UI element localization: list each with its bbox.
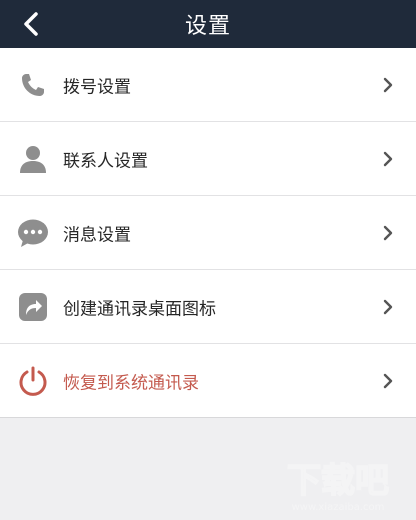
chevron-right-icon: [383, 299, 393, 314]
menu-item-contact-settings[interactable]: 联系人设置: [0, 122, 416, 196]
title-bar: 设置: [0, 0, 416, 48]
chevron-right-icon: [383, 373, 393, 388]
menu-item-restore-system-contacts[interactable]: 恢复到系统通讯录: [0, 344, 416, 418]
share-icon: [17, 291, 49, 323]
back-arrow-icon: [24, 12, 38, 36]
settings-list: 拨号设置 联系人设置 消息设置 创建通讯录桌面图标 恢复到系统通讯录: [0, 48, 416, 418]
chevron-right-icon: [383, 225, 393, 240]
watermark-url: www.xiazaiba.com: [292, 502, 385, 513]
watermark-logo: 下载吧 www.xiazaiba.com: [286, 460, 391, 513]
menu-item-create-shortcut[interactable]: 创建通讯录桌面图标: [0, 270, 416, 344]
menu-item-label: 联系人设置: [63, 151, 148, 171]
watermark-text: 下载吧: [287, 461, 389, 501]
chevron-right-icon: [383, 151, 393, 166]
menu-item-dial-settings[interactable]: 拨号设置: [0, 48, 416, 122]
page-title: 设置: [184, 14, 231, 39]
menu-item-label: 创建通讯录桌面图标: [63, 299, 216, 319]
message-icon: [17, 217, 49, 249]
menu-item-label: 拨号设置: [63, 77, 131, 97]
person-icon: [17, 143, 49, 175]
phone-icon: [17, 69, 49, 101]
menu-item-message-settings[interactable]: 消息设置: [0, 196, 416, 270]
back-button[interactable]: [14, 8, 48, 40]
chevron-right-icon: [383, 77, 393, 92]
power-icon: [17, 365, 49, 397]
menu-item-label: 恢复到系统通讯录: [63, 373, 199, 393]
menu-item-label: 消息设置: [63, 225, 131, 245]
